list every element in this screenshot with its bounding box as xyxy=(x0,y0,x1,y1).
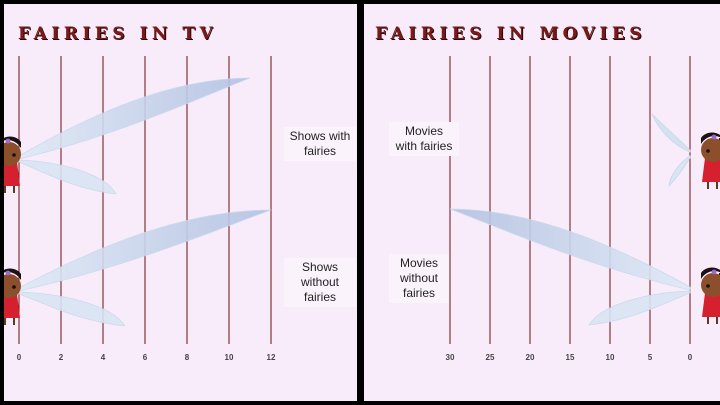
x-tick-label: 0 xyxy=(17,353,22,362)
fairy-eye xyxy=(12,285,16,289)
x-tick-label: 5 xyxy=(648,353,653,362)
category-label-shows-without-fairies: Shows without fairies xyxy=(284,258,356,307)
bar-wing-lower xyxy=(588,290,691,326)
bar-wing xyxy=(18,77,251,160)
x-tick-label: 10 xyxy=(225,353,234,362)
x-tick-label: 0 xyxy=(688,353,693,362)
bar-wing xyxy=(651,113,691,153)
tv-chart-panel: Fairies in TV 0 2 4 6 8 10 12 Shows with fairi… xyxy=(4,4,357,401)
fairy-hair-clip xyxy=(5,138,11,144)
fairy-icon xyxy=(701,267,720,324)
fairy-eye xyxy=(12,153,16,157)
fairy-face xyxy=(4,142,21,166)
category-label-movies-with-fairies: Movies with fairies xyxy=(389,122,459,156)
movies-chart-panel: Fairies in Movies 30 25 20 15 10 5 0 Movies wi… xyxy=(364,4,720,401)
fairy-face xyxy=(701,273,720,297)
x-tick-label: 15 xyxy=(566,353,575,362)
x-tick-label: 2 xyxy=(59,353,64,362)
x-tick-label: 6 xyxy=(143,353,148,362)
bar-wing-lower xyxy=(18,159,117,195)
bar-wing-lower xyxy=(18,291,126,327)
tv-chart-plot: 0 2 4 6 8 10 12 xyxy=(4,56,276,362)
x-tick-label: 25 xyxy=(486,353,495,362)
fairy-eye xyxy=(706,284,710,288)
fairy-face xyxy=(701,138,720,162)
x-tick-label: 8 xyxy=(185,353,190,362)
x-tick-label: 12 xyxy=(267,353,276,362)
fairy-icon xyxy=(4,136,21,193)
fairy-face xyxy=(4,274,21,298)
category-label-movies-without-fairies: Movies without fairies xyxy=(389,254,449,303)
fairy-hair-clip xyxy=(5,270,11,276)
x-tick-label: 30 xyxy=(446,353,455,362)
bar-wing-lower xyxy=(668,155,691,188)
fairy-hair-clip xyxy=(711,134,717,140)
x-tick-label: 10 xyxy=(606,353,615,362)
fairy-eye xyxy=(706,149,710,153)
x-tick-label: 4 xyxy=(101,353,106,362)
fairy-icon xyxy=(701,132,720,189)
movies-chart-plot: 30 25 20 15 10 5 0 xyxy=(446,56,720,362)
fairy-hair-clip xyxy=(711,269,717,275)
category-label-shows-with-fairies: Shows with fairies xyxy=(284,127,356,161)
x-tick-label: 20 xyxy=(526,353,535,362)
fairy-icon xyxy=(4,268,21,325)
